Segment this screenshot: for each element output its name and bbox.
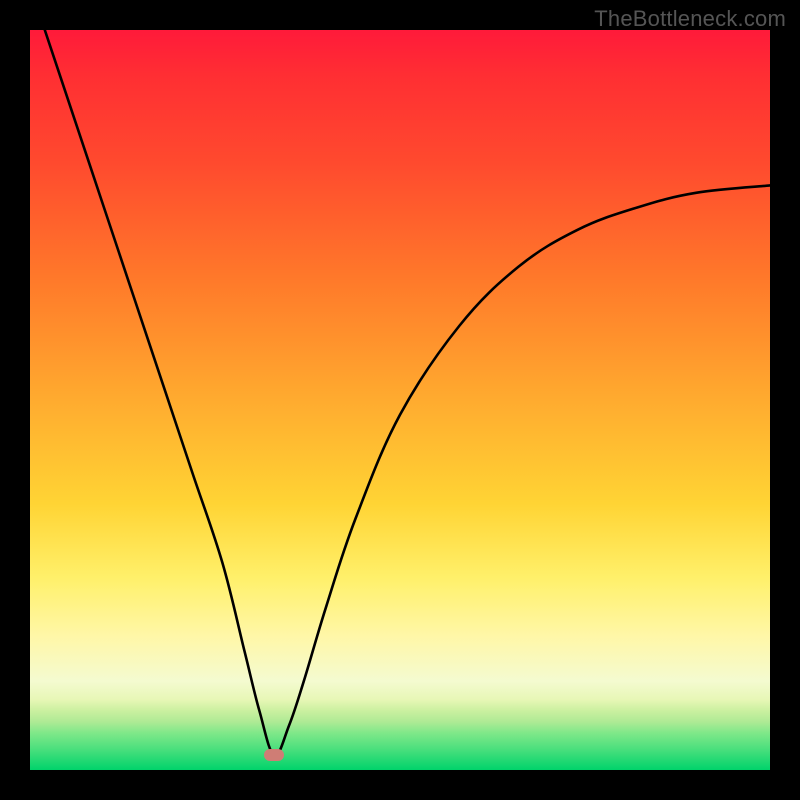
minima-marker — [264, 749, 284, 761]
plot-area — [30, 30, 770, 770]
watermark-text: TheBottleneck.com — [594, 6, 786, 32]
bottleneck-curve — [30, 30, 770, 770]
chart-frame: TheBottleneck.com — [0, 0, 800, 800]
